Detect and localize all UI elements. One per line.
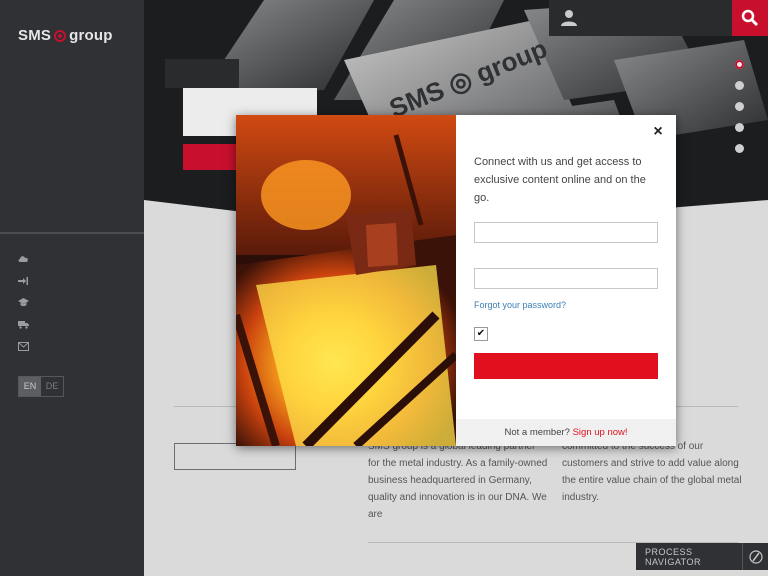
envelope-icon[interactable] — [18, 342, 30, 355]
page: SMS ◎ group SMS group EN DE SMS group is… — [0, 0, 768, 576]
slider-dot[interactable] — [735, 102, 744, 111]
login-modal: × Connect with us and get access to excl… — [236, 115, 676, 446]
hero-label-box — [165, 59, 239, 88]
slider-dot[interactable] — [735, 81, 744, 90]
graduation-cap-icon[interactable] — [18, 298, 30, 311]
slider-dot[interactable] — [735, 123, 744, 132]
modal-footer: Not a member? Sign up now! — [456, 419, 676, 446]
cloud-icon[interactable] — [18, 254, 30, 267]
intro-paragraph: SMS group is a global leading partner fo… — [368, 441, 548, 520]
close-icon[interactable]: × — [650, 124, 666, 140]
process-navigator-button[interactable]: PROCESS NAVIGATOR — [636, 543, 768, 570]
slider-dots — [735, 60, 744, 153]
search-button[interactable] — [732, 0, 768, 36]
language-en-button[interactable]: EN — [19, 377, 41, 396]
outline-button[interactable] — [174, 443, 296, 470]
login-submit-button[interactable] — [474, 353, 658, 379]
signup-link[interactable]: Sign up now! — [573, 427, 628, 438]
hero-cta-button[interactable] — [183, 144, 237, 170]
user-icon[interactable] — [560, 9, 578, 27]
sidebar: SMS group EN DE — [0, 0, 144, 576]
slider-dot[interactable] — [735, 60, 744, 69]
commitment-paragraph: committed to the success of our customer… — [562, 441, 742, 503]
modal-intro-text: Connect with us and get access to exclus… — [474, 156, 646, 204]
slider-dot[interactable] — [735, 144, 744, 153]
logo[interactable]: SMS group — [18, 27, 113, 44]
logo-ring-icon — [54, 29, 67, 42]
sidebar-divider — [0, 232, 144, 234]
logo-text-left: SMS — [18, 27, 52, 44]
language-de-button[interactable]: DE — [41, 377, 63, 396]
compass-icon — [742, 543, 768, 570]
language-switcher: EN DE — [18, 376, 64, 397]
truck-icon[interactable] — [18, 320, 30, 333]
sidebar-icon-list — [18, 254, 30, 355]
logo-text-right: group — [69, 27, 113, 44]
sign-in-icon[interactable] — [18, 276, 30, 289]
process-navigator-label: PROCESS NAVIGATOR — [645, 546, 702, 567]
search-icon — [741, 9, 759, 27]
remember-checkbox[interactable]: ✔ — [474, 327, 488, 341]
username-field[interactable] — [474, 222, 658, 243]
steel-furnace-image — [236, 115, 456, 446]
forgot-password-link[interactable]: Forgot your password? — [474, 300, 566, 310]
not-member-text: Not a member? — [504, 427, 570, 438]
password-field[interactable] — [474, 268, 658, 289]
